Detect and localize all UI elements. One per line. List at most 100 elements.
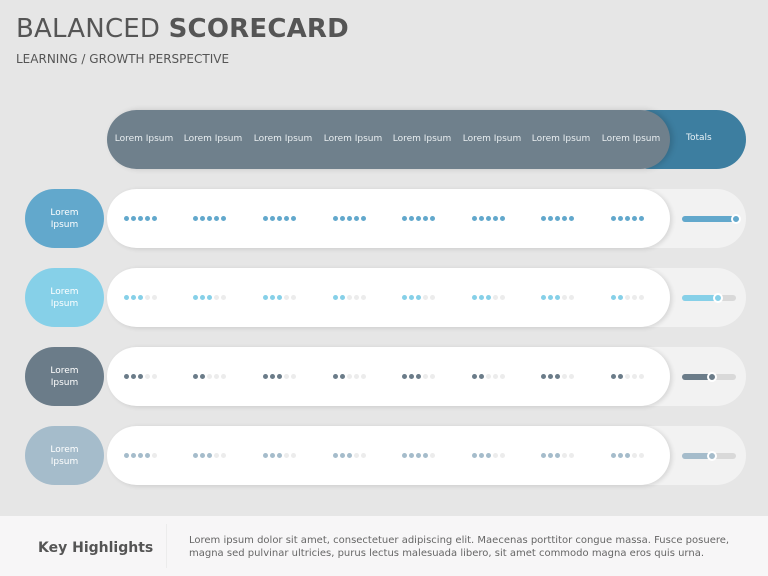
score-dot-empty bbox=[423, 295, 428, 300]
score-dot-filled bbox=[277, 374, 282, 379]
score-dot-filled bbox=[555, 453, 560, 458]
score-dot-filled bbox=[472, 374, 477, 379]
score-dot-filled bbox=[639, 216, 644, 221]
score-dot-filled bbox=[486, 295, 491, 300]
score-dot-filled bbox=[124, 295, 129, 300]
score-dot-empty bbox=[291, 374, 296, 379]
score-dot-filled bbox=[361, 216, 366, 221]
score-dot-filled bbox=[138, 216, 143, 221]
score-dot-empty bbox=[214, 453, 219, 458]
score-dot-filled bbox=[402, 216, 407, 221]
score-dot-filled bbox=[207, 295, 212, 300]
score-dot-filled bbox=[569, 216, 574, 221]
header-bar: Lorem Ipsum Lorem Ipsum Lorem Ipsum Lorem I… bbox=[107, 110, 670, 169]
scorecard-row: Lorem Ipsum bbox=[0, 268, 768, 328]
score-dot-filled bbox=[416, 374, 421, 379]
column-header: Lorem Ipsum bbox=[462, 134, 522, 144]
score-dot-filled bbox=[333, 295, 338, 300]
score-rating bbox=[193, 216, 226, 221]
score-dot-empty bbox=[347, 295, 352, 300]
row-scores-panel bbox=[107, 268, 670, 327]
score-dot-filled bbox=[138, 453, 143, 458]
score-dot-filled bbox=[541, 374, 546, 379]
score-dot-filled bbox=[625, 216, 630, 221]
score-rating bbox=[402, 374, 435, 379]
score-dot-empty bbox=[639, 453, 644, 458]
score-dot-filled bbox=[263, 453, 268, 458]
column-header: Lorem Ipsum bbox=[253, 134, 313, 144]
score-dot-filled bbox=[131, 295, 136, 300]
score-dot-filled bbox=[207, 216, 212, 221]
column-header: Lorem Ipsum bbox=[601, 134, 661, 144]
score-dot-empty bbox=[354, 453, 359, 458]
score-rating bbox=[124, 216, 157, 221]
score-dot-filled bbox=[193, 216, 198, 221]
score-dot-filled bbox=[193, 374, 198, 379]
total-progress-knob bbox=[731, 214, 741, 224]
score-dot-filled bbox=[131, 216, 136, 221]
row-label-text: Lorem Ipsum bbox=[50, 365, 79, 388]
row-scores-panel bbox=[107, 189, 670, 248]
row-label: Lorem Ipsum bbox=[25, 268, 104, 327]
row-scores-panel bbox=[107, 347, 670, 406]
score-dot-filled bbox=[402, 295, 407, 300]
total-progress-bar bbox=[682, 451, 736, 461]
score-dot-empty bbox=[214, 374, 219, 379]
score-dot-empty bbox=[423, 374, 428, 379]
score-dot-filled bbox=[200, 453, 205, 458]
score-dot-filled bbox=[472, 216, 477, 221]
score-dot-filled bbox=[479, 453, 484, 458]
score-dot-empty bbox=[291, 295, 296, 300]
score-dot-empty bbox=[569, 295, 574, 300]
score-dot-filled bbox=[291, 216, 296, 221]
title-light: BALANCED bbox=[16, 14, 161, 44]
score-dot-filled bbox=[548, 374, 553, 379]
score-dot-filled bbox=[555, 374, 560, 379]
score-dot-empty bbox=[214, 295, 219, 300]
score-dot-empty bbox=[632, 295, 637, 300]
score-dot-filled bbox=[340, 374, 345, 379]
score-dot-filled bbox=[333, 453, 338, 458]
score-dot-filled bbox=[263, 295, 268, 300]
score-dot-empty bbox=[152, 453, 157, 458]
score-dot-empty bbox=[347, 374, 352, 379]
score-dot-filled bbox=[472, 453, 477, 458]
score-dot-filled bbox=[152, 216, 157, 221]
score-dot-filled bbox=[479, 295, 484, 300]
score-dot-empty bbox=[562, 453, 567, 458]
score-dot-filled bbox=[270, 295, 275, 300]
score-dot-filled bbox=[611, 295, 616, 300]
column-header: Lorem Ipsum bbox=[531, 134, 591, 144]
score-rating bbox=[541, 374, 574, 379]
score-dot-empty bbox=[493, 374, 498, 379]
score-dot-empty bbox=[486, 374, 491, 379]
score-dot-filled bbox=[138, 374, 143, 379]
score-dot-empty bbox=[639, 295, 644, 300]
scorecard-row: Lorem Ipsum bbox=[0, 347, 768, 407]
score-dot-empty bbox=[152, 295, 157, 300]
score-dot-empty bbox=[493, 453, 498, 458]
score-rating bbox=[402, 295, 435, 300]
score-dot-filled bbox=[611, 216, 616, 221]
score-dot-filled bbox=[618, 216, 623, 221]
score-rating bbox=[611, 453, 644, 458]
score-dot-empty bbox=[625, 295, 630, 300]
score-dot-filled bbox=[632, 216, 637, 221]
score-dot-filled bbox=[131, 453, 136, 458]
score-rating bbox=[402, 453, 435, 458]
score-dot-filled bbox=[618, 453, 623, 458]
score-dot-empty bbox=[291, 453, 296, 458]
score-rating bbox=[541, 216, 574, 221]
key-highlights-title: Key Highlights bbox=[38, 540, 154, 556]
score-rating bbox=[333, 453, 366, 458]
score-rating bbox=[263, 374, 296, 379]
score-dot-filled bbox=[430, 216, 435, 221]
score-rating bbox=[611, 374, 644, 379]
score-dot-filled bbox=[207, 453, 212, 458]
score-dot-empty bbox=[221, 374, 226, 379]
column-header: Lorem Ipsum bbox=[323, 134, 383, 144]
score-dot-filled bbox=[193, 295, 198, 300]
totals-label: Totals bbox=[686, 133, 712, 143]
score-dot-filled bbox=[555, 216, 560, 221]
score-dot-filled bbox=[340, 295, 345, 300]
